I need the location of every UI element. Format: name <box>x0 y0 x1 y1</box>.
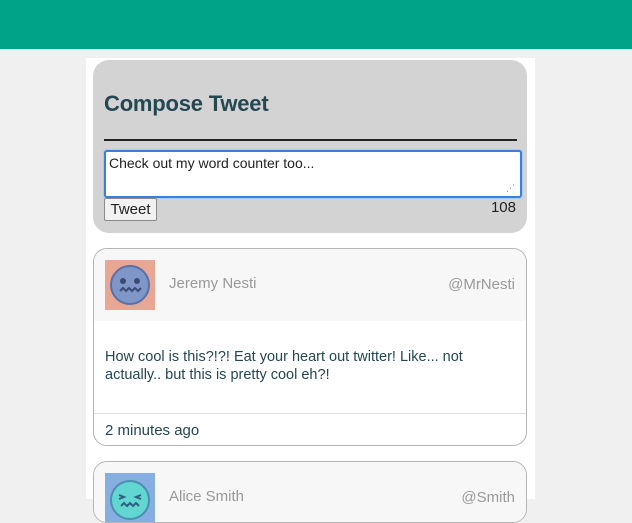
compose-divider <box>104 139 517 141</box>
resize-grip-icon[interactable]: ⋰ <box>506 184 515 193</box>
tweet-card: Alice Smith @Smith <box>93 461 527 523</box>
compose-tweet-panel: Compose Tweet ⋰ Tweet 108 <box>93 60 527 233</box>
tweet-author-name[interactable]: Jeremy Nesti <box>169 275 257 292</box>
char-counter: 108 <box>490 199 516 216</box>
tweet-button[interactable]: Tweet <box>104 198 157 221</box>
tweet-card: Jeremy Nesti @MrNesti How cool is this?!… <box>93 248 527 446</box>
compose-title: Compose Tweet <box>104 91 269 116</box>
tweet-timestamp: 2 minutes ago <box>105 422 200 439</box>
tweet-header: Alice Smith @Smith <box>94 462 526 523</box>
top-bar <box>0 0 632 49</box>
tweet-header: Jeremy Nesti @MrNesti <box>94 249 526 321</box>
avatar-icon[interactable] <box>105 260 155 310</box>
tweet-text: How cool is this?!?! Eat your heart out … <box>105 349 463 383</box>
tweet-author-handle[interactable]: @MrNesti <box>448 276 515 293</box>
tweet-footer-divider <box>94 413 526 414</box>
tweet-input[interactable] <box>104 150 522 198</box>
tweet-author-name[interactable]: Alice Smith <box>169 488 244 505</box>
tweet-author-handle[interactable]: @Smith <box>461 489 515 506</box>
avatar-icon[interactable] <box>105 473 155 523</box>
